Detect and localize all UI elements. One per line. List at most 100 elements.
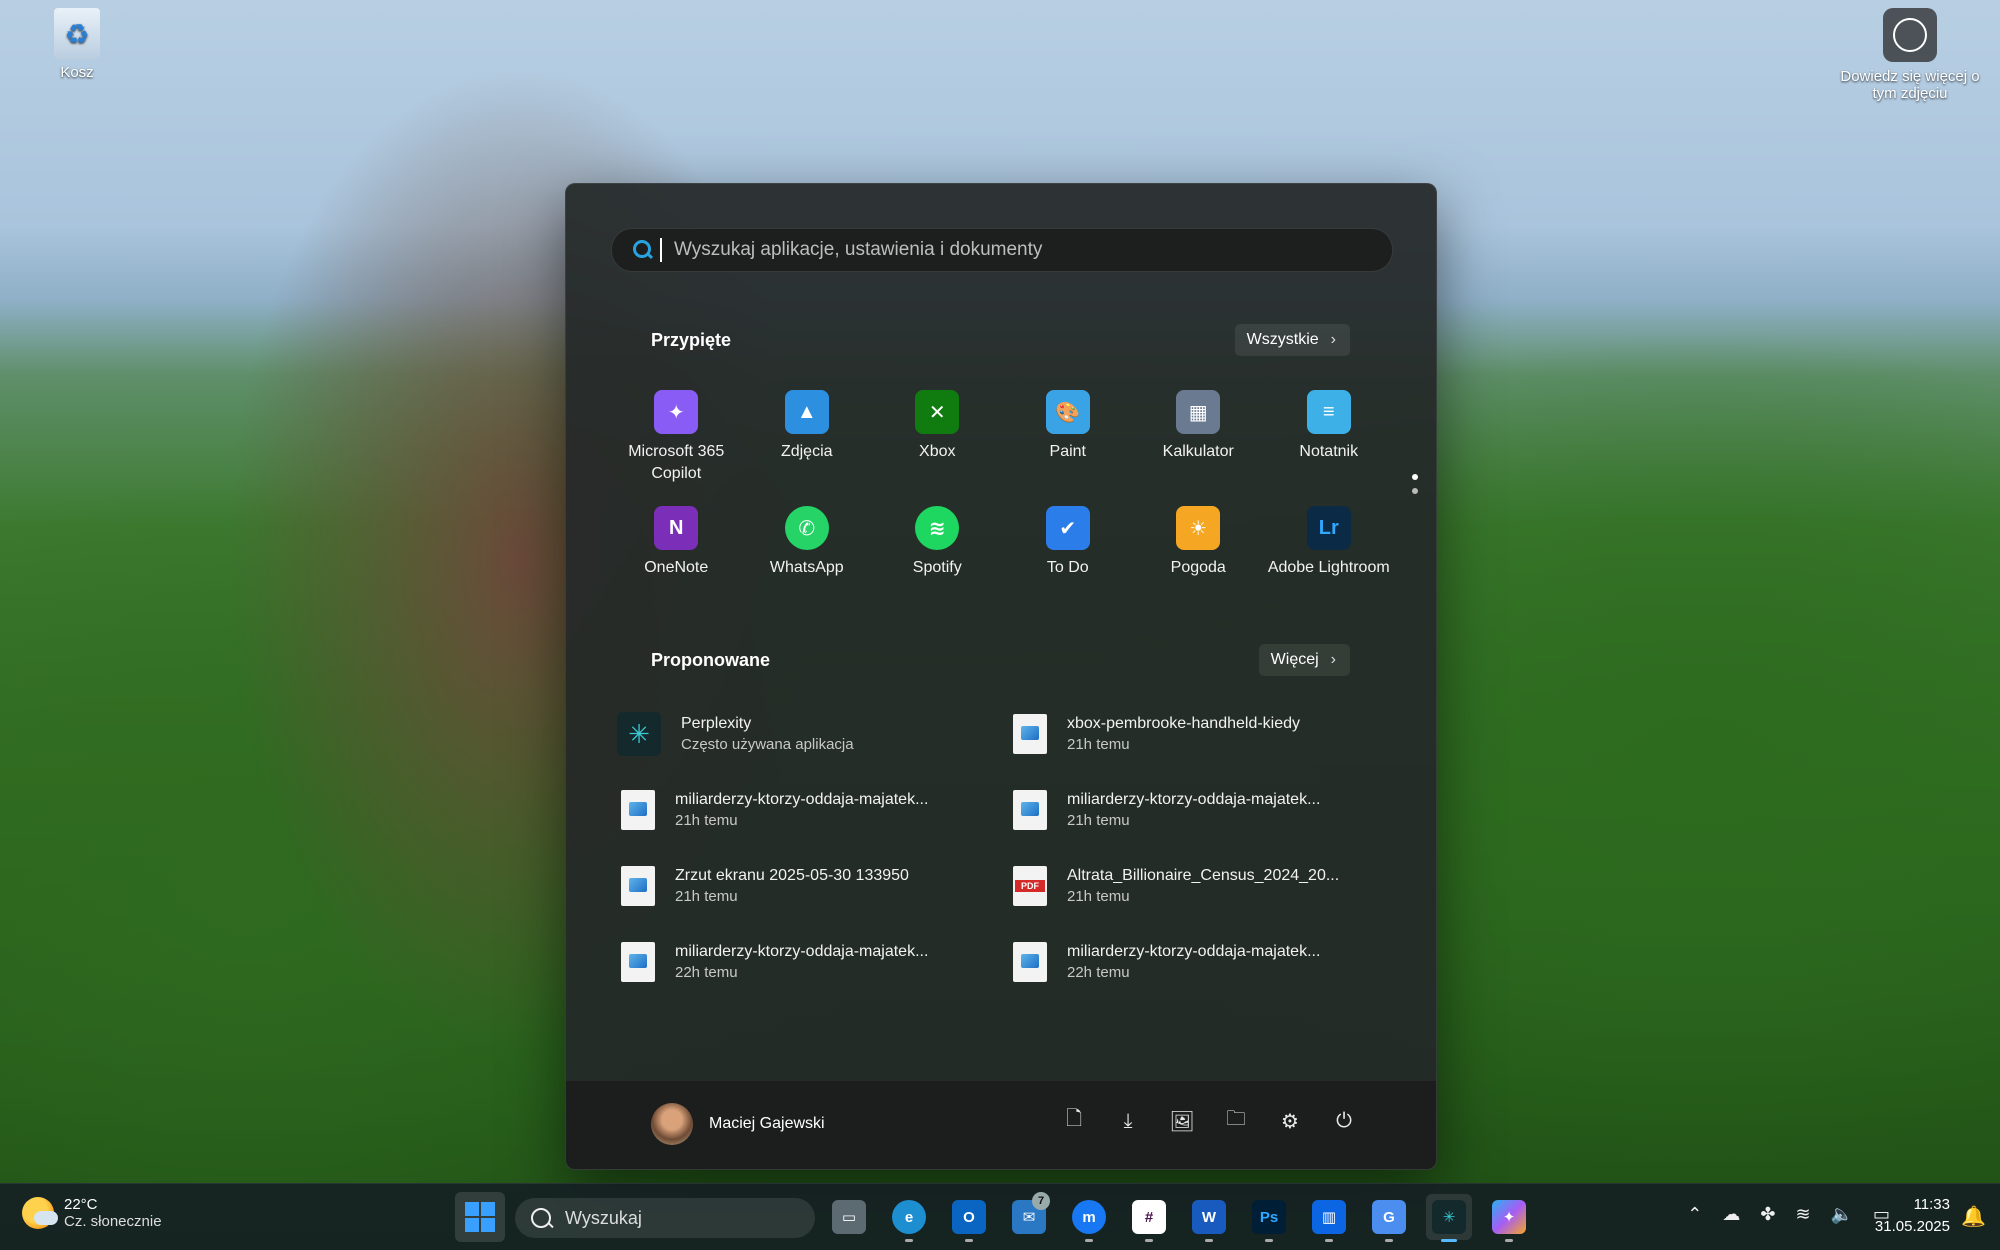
start-search-input[interactable]: [672, 238, 1392, 262]
recycle-bin-icon: ♻: [54, 8, 100, 60]
spotify-icon: ≋: [915, 506, 960, 550]
perplexity-app-icon: ✳: [617, 712, 661, 756]
pinned-title: Przypięte: [651, 330, 732, 350]
photoshop-icon[interactable]: Ps: [1246, 1194, 1292, 1242]
all-apps-label: Wszystkie: [1246, 331, 1319, 348]
partly-sunny-icon: [22, 1197, 58, 1229]
edge-icon[interactable]: e: [886, 1194, 932, 1242]
pinned-app[interactable]: ≡ Notatnik: [1264, 384, 1395, 492]
taskbar: 22°C Cz. słonecznie Wyszukaj ▭ e O ✉ 7 m …: [0, 1183, 2000, 1250]
pinned-app-label: Spotify: [912, 559, 962, 576]
recommended-item[interactable]: miliarderzy-ktorzy-oddaja-majatek... 22h …: [1003, 932, 1395, 992]
slack-tray-icon[interactable]: ✤: [1760, 1204, 1775, 1225]
all-apps-button[interactable]: Wszystkie ›: [1234, 324, 1350, 356]
weather-desc: Cz. słonecznie: [64, 1213, 162, 1230]
recommended-item-name: miliarderzy-ktorzy-oddaja-majatek...: [675, 943, 929, 960]
windows-logo-icon: [465, 1202, 495, 1232]
clock[interactable]: 11:33 31.05.2025: [1875, 1194, 1950, 1238]
pictures-icon[interactable]: 🖼: [1169, 1109, 1194, 1133]
taskbar-apps: ▭ e O ✉ 7 m # W Ps ▥ G ✳ ✦: [826, 1192, 1532, 1242]
pinned-apps-grid: ✦ Microsoft 365 Copilot ▲ Zdjęcia ✕ Xbox 🎨 Pain…: [611, 384, 1396, 608]
recommended-item-subtitle: 21h temu: [1067, 812, 1130, 829]
wifi-icon[interactable]: ≋: [1795, 1204, 1810, 1225]
recommended-item-name: Perplexity: [681, 715, 752, 732]
search-icon: [632, 239, 654, 261]
page-dot-1[interactable]: [1412, 474, 1418, 480]
slack-icon[interactable]: #: [1126, 1194, 1172, 1242]
calculator-icon: ▦: [1176, 390, 1221, 434]
pinned-app[interactable]: ▦ Kalkulator: [1133, 384, 1264, 492]
search-icon: [531, 1208, 551, 1228]
pinned-app[interactable]: 🎨 Paint: [1003, 384, 1134, 492]
settings-gear-icon[interactable]: ⚙: [1278, 1109, 1302, 1133]
pinned-app[interactable]: Lr Adobe Lightroom: [1264, 500, 1395, 608]
pinned-app[interactable]: N OneNote: [611, 500, 742, 608]
recommended-item[interactable]: Altrata_Billionaire_Census_2024_20... 21h…: [1003, 856, 1395, 916]
footer-shortcuts: 🗋 ⤓ 🖼 🗀 ⚙ ⏻: [1062, 1108, 1356, 1133]
recommended-item-subtitle: Często używana aplikacja: [681, 736, 854, 753]
pinned-app-label: Xbox: [919, 443, 956, 460]
learn-about-picture[interactable]: Dowiedz się więcej o tym zdjęciu: [1830, 8, 1990, 102]
recommended-item-subtitle: 21h temu: [675, 888, 738, 905]
power-icon[interactable]: ⏻: [1332, 1109, 1356, 1133]
pinned-app[interactable]: ☀ Pogoda: [1133, 500, 1264, 608]
recommended-item-name: Zrzut ekranu 2025-05-30 133950: [675, 867, 909, 884]
chevron-right-icon: ›: [1330, 651, 1336, 668]
start-button[interactable]: [455, 1192, 505, 1242]
xbox-icon: ✕: [915, 390, 960, 434]
recycle-bin[interactable]: ♻ Kosz: [44, 8, 110, 81]
word-icon[interactable]: W: [1186, 1194, 1232, 1242]
perplexity-icon[interactable]: ✳: [1426, 1194, 1472, 1242]
chevron-right-icon: ›: [1330, 331, 1336, 348]
volume-icon[interactable]: 🔈: [1831, 1204, 1853, 1225]
learn-about-picture-label: Dowiedz się więcej o tym zdjęciu: [1840, 68, 1980, 102]
outlook-icon[interactable]: O: [946, 1194, 992, 1242]
translate-icon[interactable]: G: [1366, 1194, 1412, 1242]
messenger-icon[interactable]: m: [1066, 1194, 1112, 1242]
clock-time: 11:33: [1913, 1196, 1950, 1213]
pinned-app[interactable]: ✦ Microsoft 365 Copilot: [611, 384, 742, 492]
text-caret: [660, 238, 662, 262]
pinned-app-label: Paint: [1049, 443, 1086, 460]
recommended-title: Proponowane: [651, 650, 771, 670]
recommended-item[interactable]: ✳ Perplexity Często używana aplikacja: [611, 704, 1003, 764]
file-explorer-icon[interactable]: 🗀: [1224, 1108, 1248, 1133]
user-account-button[interactable]: Maciej Gajewski: [651, 1103, 825, 1145]
pinned-app-label: Pogoda: [1170, 559, 1226, 576]
recommended-item-name: xbox-pembrooke-handheld-kiedy: [1067, 715, 1301, 732]
recommended-item[interactable]: miliarderzy-ktorzy-oddaja-majatek... 21h …: [1003, 780, 1395, 840]
downloads-icon[interactable]: ⤓: [1116, 1109, 1140, 1133]
pinned-app[interactable]: ✆ WhatsApp: [742, 500, 873, 608]
start-menu: Przypięte Wszystkie › ✦ Microsoft 365 Cop…: [565, 183, 1437, 1170]
trello-icon[interactable]: ▥: [1306, 1194, 1352, 1242]
photos-icon: ▲: [784, 390, 829, 434]
mail-widget-icon[interactable]: ✉ 7: [1006, 1192, 1052, 1240]
pinned-app[interactable]: ≋ Spotify: [872, 500, 1003, 608]
page-dot-2[interactable]: [1412, 488, 1418, 494]
recommended-item[interactable]: Zrzut ekranu 2025-05-30 133950 21h temu: [611, 856, 1003, 916]
pinned-app[interactable]: ▲ Zdjęcia: [742, 384, 873, 492]
avatar: [651, 1103, 693, 1145]
onedrive-icon[interactable]: ☁: [1722, 1204, 1740, 1225]
pdf-file-icon: [1013, 866, 1047, 906]
image-file-icon: [621, 790, 655, 830]
start-search-box[interactable]: [611, 228, 1393, 272]
notification-bell-icon[interactable]: 🔔: [1961, 1204, 1986, 1229]
more-button[interactable]: Więcej ›: [1258, 644, 1350, 676]
notepad-icon: ≡: [1306, 390, 1351, 434]
weather-widget[interactable]: 22°C Cz. słonecznie: [22, 1196, 162, 1230]
page-indicator[interactable]: [1412, 474, 1418, 502]
recommended-item[interactable]: miliarderzy-ktorzy-oddaja-majatek... 21h …: [611, 780, 1003, 840]
recommended-item[interactable]: xbox-pembrooke-handheld-kiedy 21h temu: [1003, 704, 1395, 764]
task-view-icon[interactable]: ▭: [826, 1194, 872, 1240]
pinned-app[interactable]: ✔ To Do: [1003, 500, 1134, 608]
pinned-app[interactable]: ✕ Xbox: [872, 384, 1003, 492]
copilot-icon[interactable]: ✦: [1486, 1194, 1532, 1242]
taskbar-search[interactable]: Wyszukaj: [515, 1198, 815, 1238]
pinned-app-label: Microsoft 365 Copilot: [628, 443, 725, 482]
recommended-item[interactable]: miliarderzy-ktorzy-oddaja-majatek... 22h …: [611, 932, 1003, 992]
pinned-app-label: To Do: [1046, 559, 1089, 576]
weather-temp: 22°C: [64, 1196, 98, 1213]
chevron-up-icon[interactable]: ⌃: [1687, 1204, 1702, 1225]
documents-icon[interactable]: 🗋: [1062, 1108, 1086, 1133]
